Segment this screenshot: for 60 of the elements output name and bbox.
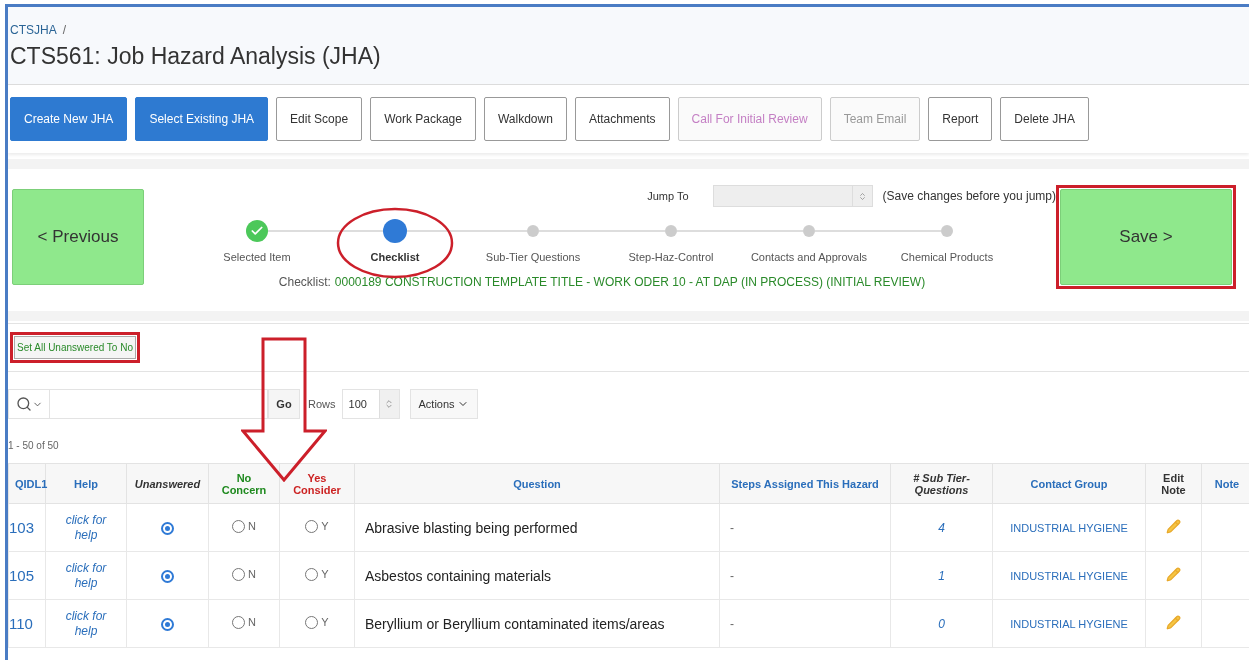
- column-header[interactable]: Edit Note: [1145, 463, 1202, 504]
- updown-icon: [384, 399, 394, 409]
- step-label[interactable]: Sub-Tier Questions: [485, 251, 581, 263]
- search-icon: [15, 396, 32, 412]
- jump-to-label: Jump To: [647, 190, 689, 202]
- steps-value: -: [730, 616, 734, 631]
- toolbar-button[interactable]: Edit Scope: [276, 97, 363, 141]
- radio-option[interactable]: [161, 570, 174, 583]
- pencil-icon[interactable]: [1166, 614, 1181, 630]
- toolbar-button[interactable]: Work Package: [370, 97, 476, 141]
- sub-tier-count[interactable]: 0: [938, 616, 945, 631]
- sub-tier-count[interactable]: 4: [938, 520, 945, 535]
- radio-option[interactable]: [161, 522, 174, 535]
- steps-value: -: [730, 568, 734, 583]
- go-button[interactable]: Go: [268, 389, 300, 419]
- page-title: CTS561: Job Hazard Analysis (JHA): [10, 43, 382, 70]
- previous-button[interactable]: < Previous: [12, 189, 144, 285]
- breadcrumb-link[interactable]: CTSJHA: [10, 23, 57, 37]
- step-label[interactable]: Chemical Products: [900, 251, 994, 263]
- column-header[interactable]: # Sub Tier-Questions: [890, 463, 993, 504]
- radio-option[interactable]: [161, 618, 174, 631]
- steps-value: -: [730, 520, 734, 535]
- jump-to-select[interactable]: [712, 185, 873, 207]
- toolbar-button[interactable]: Attachments: [574, 97, 670, 141]
- jump-note: (Save changes before you jump): [882, 189, 1056, 203]
- updown-icon: [857, 191, 867, 201]
- toolbar-button[interactable]: Select Existing JHA: [135, 97, 269, 141]
- step-label[interactable]: Checklist: [370, 251, 420, 263]
- checklist-label: Checklist:: [278, 275, 331, 289]
- toolbar-button[interactable]: Delete JHA: [1000, 97, 1090, 141]
- column-header[interactable]: Steps Assigned This Hazard: [719, 463, 891, 504]
- set-all-button[interactable]: Set All Unanswered To No: [14, 336, 136, 359]
- search-menu-button[interactable]: [8, 389, 50, 419]
- toolbar-button[interactable]: Create New JHA: [10, 97, 128, 141]
- breadcrumb-separator: /: [62, 23, 66, 37]
- question-text: Asbestos containing materials: [365, 567, 551, 584]
- column-header[interactable]: Note: [1201, 463, 1249, 504]
- column-header[interactable]: QIDL1: [8, 463, 46, 504]
- toolbar-button[interactable]: Report: [928, 97, 993, 141]
- column-header[interactable]: Question: [354, 463, 720, 504]
- question-text: Beryllium or Beryllium contaminated items/areas: [365, 615, 665, 632]
- pencil-icon[interactable]: [1166, 566, 1181, 582]
- step-label[interactable]: Contacts and Approvals: [750, 251, 868, 263]
- rows-select[interactable]: 100: [341, 389, 400, 419]
- column-header[interactable]: Contact Group: [992, 463, 1146, 504]
- checklist-value: 0000189 CONSTRUCTION TEMPLATE TITLE - WORK ODER 10 - AT DAP (IN PROCESS) (INITIAL REVIEW): [334, 275, 926, 289]
- pagination-text: 1 - 50 of 50: [8, 440, 60, 451]
- search-field[interactable]: [50, 389, 268, 419]
- column-header[interactable]: No Concern: [208, 463, 280, 504]
- column-header[interactable]: Yes Consider: [279, 463, 355, 504]
- question-text: Abrasive blasting being performed: [365, 519, 578, 536]
- actions-button[interactable]: Actions: [409, 389, 478, 419]
- sub-tier-count[interactable]: 1: [938, 568, 945, 583]
- pencil-icon[interactable]: [1166, 518, 1181, 534]
- step-label[interactable]: Selected Item: [223, 251, 291, 263]
- toolbar-button[interactable]: Walkdown: [483, 97, 567, 141]
- save-button[interactable]: Save >: [1060, 189, 1232, 285]
- rows-label: Rows: [308, 398, 336, 410]
- step-label[interactable]: Step-Haz-Control: [628, 251, 714, 263]
- column-header[interactable]: Unanswered: [126, 463, 209, 504]
